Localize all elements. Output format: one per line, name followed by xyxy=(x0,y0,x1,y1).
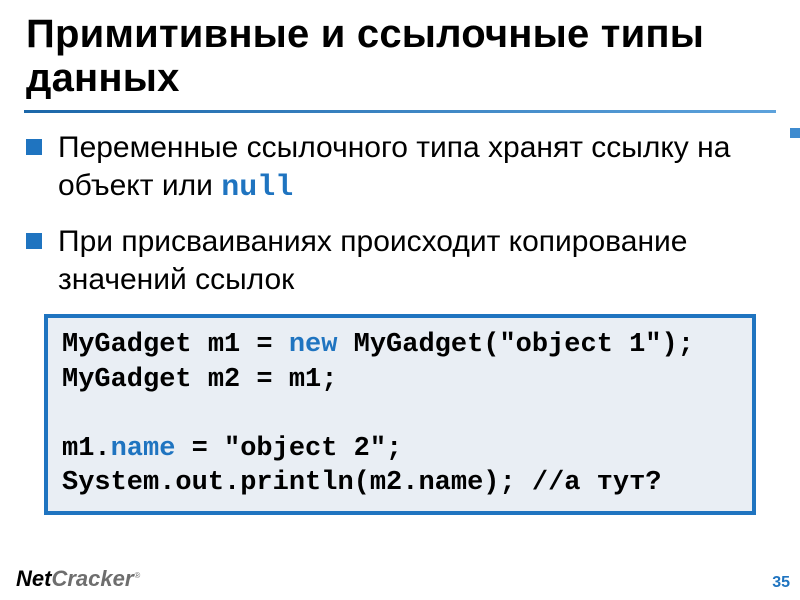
bullet-text: При присваиваниях происходит копирование… xyxy=(58,223,774,298)
bullet-square-icon xyxy=(26,139,42,155)
code-line-1b: MyGadget("object 1"); xyxy=(337,330,693,360)
brand-logo: NetCracker® xyxy=(16,568,140,590)
bullet-text-pre: При присваиваниях происходит копирование… xyxy=(58,225,687,296)
bullet-square-icon xyxy=(26,233,42,249)
brand-registered-icon: ® xyxy=(134,571,140,580)
slide-body: Переменные ссылочного типа хранят ссылку… xyxy=(0,113,800,515)
decor-square-icon xyxy=(790,128,800,138)
code-line-5: System.out.println(m2.name); //а тут? xyxy=(62,468,662,498)
bullet-text: Переменные ссылочного типа хранят ссылку… xyxy=(58,129,774,207)
slide: Примитивные и ссылочные типы данных Пере… xyxy=(0,0,800,600)
brand-part2: Cracker xyxy=(51,566,133,591)
bullet-item: При присваиваниях происходит копирование… xyxy=(26,223,774,298)
code-line-4b: = "object 2"; xyxy=(175,434,402,464)
slide-footer: NetCracker® 35 xyxy=(0,566,800,594)
slide-title: Примитивные и ссылочные типы данных xyxy=(0,0,800,104)
code-field-name: name xyxy=(111,434,176,464)
code-keyword-new: new xyxy=(289,330,338,360)
code-line-1a: MyGadget m1 = xyxy=(62,330,289,360)
code-keyword-null: null xyxy=(221,171,293,205)
brand-part1: Net xyxy=(16,566,51,591)
code-block: MyGadget m1 = new MyGadget("object 1"); … xyxy=(44,314,756,515)
code-line-2: MyGadget m2 = m1; xyxy=(62,365,337,395)
page-number: 35 xyxy=(772,574,790,592)
bullet-text-pre: Переменные ссылочного типа хранят ссылку… xyxy=(58,131,730,202)
code-line-4a: m1. xyxy=(62,434,111,464)
bullet-item: Переменные ссылочного типа хранят ссылку… xyxy=(26,129,774,207)
